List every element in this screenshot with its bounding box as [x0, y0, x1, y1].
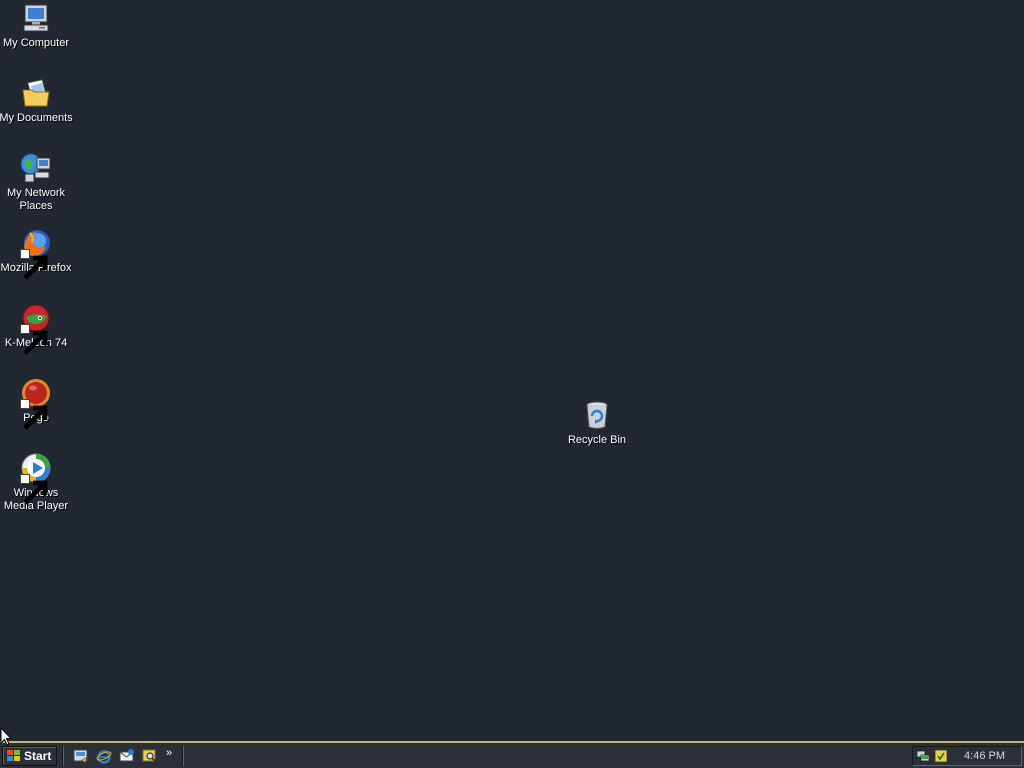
firefox-icon — [20, 227, 52, 280]
outlook-express-icon[interactable] — [119, 748, 135, 764]
desktop-icon-mozilla-firefox[interactable]: Mozilla Firefox — [0, 227, 74, 280]
desktop-icon-pego[interactable]: Pego — [0, 377, 74, 430]
media-player-icon — [20, 452, 52, 505]
desktop-icon-k-meleon[interactable]: K-Meleon 74 — [0, 302, 74, 355]
desktop-icon-my-documents[interactable]: My Documents — [0, 77, 74, 125]
internet-explorer-icon[interactable] — [96, 748, 112, 764]
documents-folder-icon — [20, 77, 52, 109]
search-explorer-icon[interactable] — [142, 748, 158, 764]
security-tray-icon[interactable] — [934, 749, 948, 763]
shortcut-arrow-icon — [20, 324, 48, 355]
shortcut-arrow-icon — [20, 474, 48, 505]
desktop-icon-recycle-bin[interactable]: Recycle Bin — [559, 399, 635, 447]
shortcut-arrow-icon — [20, 399, 48, 430]
system-tray: 4:46 PM — [912, 746, 1022, 766]
network-places-icon — [20, 152, 52, 184]
windows-logo-icon — [7, 750, 20, 761]
kmeleon-icon — [20, 302, 52, 355]
recycle-bin-icon — [581, 399, 613, 431]
desktop-icon-label: My Computer — [2, 37, 70, 49]
quick-launch-chevron-icon[interactable]: » — [166, 746, 172, 760]
desktop-icon-my-network-places[interactable]: My Network Places — [0, 152, 74, 213]
start-label: Start — [24, 749, 52, 763]
computer-icon — [20, 2, 52, 34]
desktop-icon-label: My Documents — [0, 112, 73, 124]
taskbar-separator — [62, 746, 64, 766]
desktop-icon-my-computer[interactable]: My Computer — [0, 2, 74, 50]
desktop-icon-label: My Network Places — [6, 187, 66, 212]
start-button[interactable]: Start — [2, 746, 57, 766]
shortcut-arrow-icon — [20, 249, 48, 280]
network-tray-icon[interactable] — [916, 749, 930, 763]
taskbar: Start » 4:46 PM — [0, 741, 1024, 768]
taskbar-separator — [182, 746, 184, 766]
desktop-icon-label: Recycle Bin — [567, 434, 627, 446]
taskbar-clock[interactable]: 4:46 PM — [964, 750, 1005, 763]
desktop: My Computer My Documents My Network Plac… — [0, 0, 1024, 741]
desktop-icon-windows-media-player[interactable]: Windows Media Player — [0, 452, 74, 513]
pego-icon — [20, 377, 52, 430]
mouse-pointer-icon — [0, 727, 12, 746]
show-desktop-icon[interactable] — [73, 748, 89, 764]
